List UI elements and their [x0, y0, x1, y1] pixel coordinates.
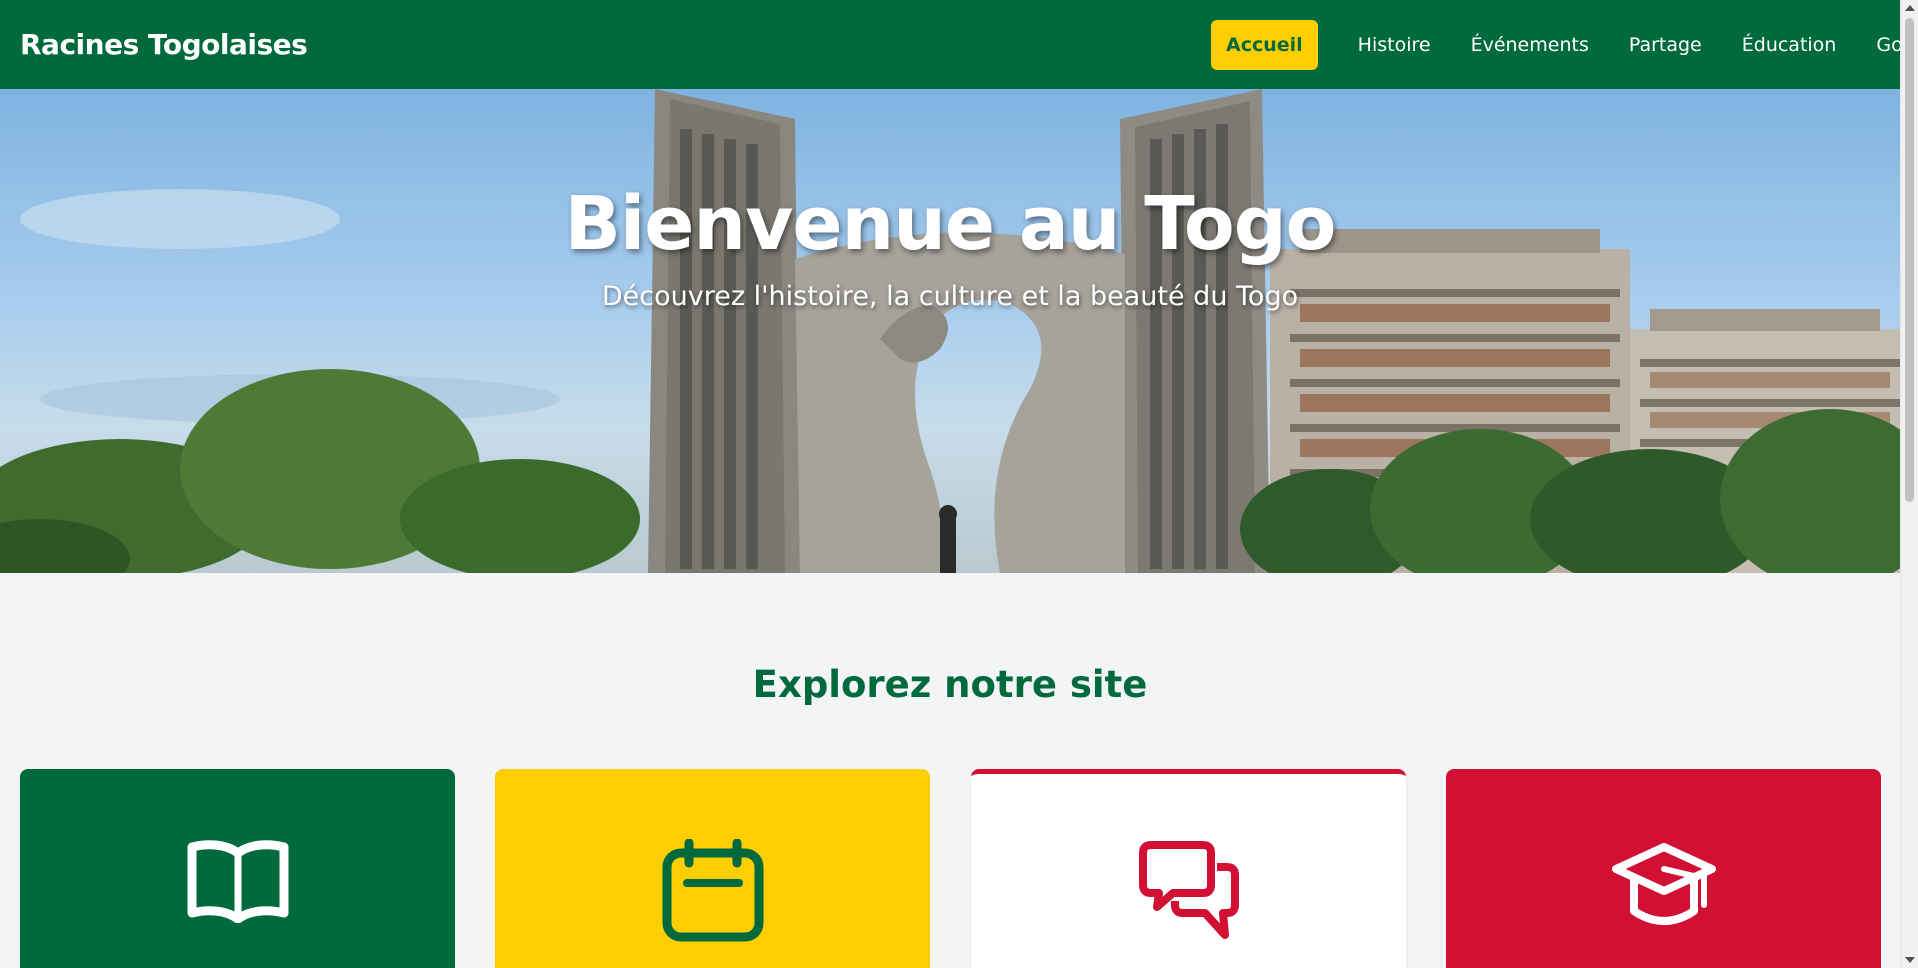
hero-title: Bienvenue au Togo [564, 181, 1336, 267]
nav-menu: Accueil Histoire Événements Partage Éduc… [1211, 19, 1918, 70]
explore-section-title: Explorez notre site [752, 663, 1148, 706]
scroll-up-icon[interactable] [1905, 5, 1915, 11]
scroll-thumb[interactable] [1905, 18, 1914, 502]
card-partage[interactable] [971, 769, 1406, 968]
graduation-cap-icon [1611, 843, 1716, 925]
book-icon [187, 840, 288, 923]
card-education[interactable] [1446, 769, 1881, 968]
card-histoire[interactable] [20, 769, 455, 968]
hero-text: Bienvenue au Togo Découvrez l'histoire, … [0, 181, 1900, 312]
hero-background-image [0, 89, 1900, 573]
navbar: Racines Togolaises Accueil Histoire Évén… [0, 0, 1918, 89]
card-evenements[interactable] [495, 769, 930, 968]
vertical-scrollbar[interactable] [1900, 0, 1918, 968]
nav-link-evenements[interactable]: Événements [1471, 34, 1589, 56]
hero-banner: Bienvenue au Togo Découvrez l'histoire, … [0, 89, 1900, 573]
site-brand[interactable]: Racines Togolaises [20, 28, 308, 61]
comments-icon [1138, 841, 1239, 939]
nav-link-histoire[interactable]: Histoire [1358, 34, 1431, 56]
calendar-icon [662, 839, 763, 942]
nav-link-accueil[interactable]: Accueil [1211, 19, 1318, 70]
hero-subtitle: Découvrez l'histoire, la culture et la b… [601, 281, 1299, 312]
page: Racines Togolaises Accueil Histoire Évén… [0, 0, 1918, 968]
scroll-down-icon[interactable] [1905, 957, 1915, 963]
nav-link-education[interactable]: Éducation [1742, 34, 1837, 56]
nav-link-partage[interactable]: Partage [1629, 34, 1702, 56]
